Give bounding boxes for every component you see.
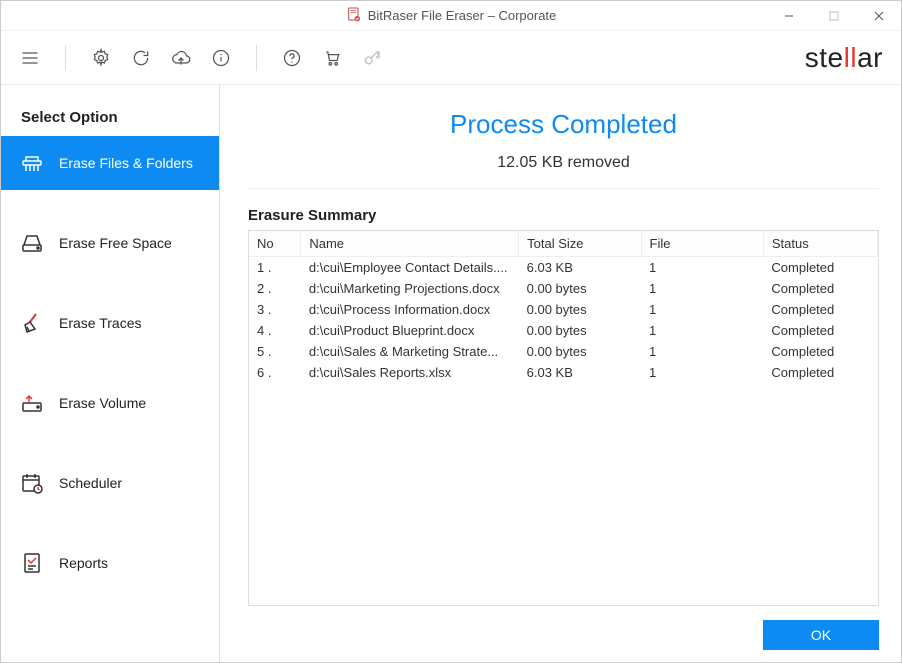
- cart-icon[interactable]: [321, 47, 343, 69]
- brand-logo: stellar: [805, 42, 883, 74]
- cell-no: 6 .: [249, 362, 301, 383]
- cell-file: 1: [641, 278, 763, 299]
- sidebar-item-label: Reports: [59, 555, 108, 571]
- sidebar-item-reports[interactable]: Reports: [1, 536, 219, 590]
- window-titlebar: BitRaser File Eraser – Corporate: [1, 1, 901, 31]
- sidebar-item-label: Erase Volume: [59, 395, 146, 411]
- cell-size: 0.00 bytes: [519, 320, 641, 341]
- cell-name: d:\cui\Product Blueprint.docx: [301, 320, 519, 341]
- drive-erase-icon: [19, 390, 45, 416]
- calendar-clock-icon: [19, 470, 45, 496]
- col-size[interactable]: Total Size: [519, 231, 641, 257]
- sidebar-item-erase-volume[interactable]: Erase Volume: [1, 376, 219, 430]
- cell-size: 0.00 bytes: [519, 299, 641, 320]
- cell-status: Completed: [763, 257, 877, 279]
- cell-file: 1: [641, 362, 763, 383]
- sidebar-item-erase-free-space[interactable]: Erase Free Space: [1, 216, 219, 270]
- cell-size: 6.03 KB: [519, 257, 641, 279]
- sidebar-item-scheduler[interactable]: Scheduler: [1, 456, 219, 510]
- cell-file: 1: [641, 257, 763, 279]
- sidebar-item-erase-traces[interactable]: Erase Traces: [1, 296, 219, 350]
- cell-name: d:\cui\Sales Reports.xlsx: [301, 362, 519, 383]
- cell-status: Completed: [763, 299, 877, 320]
- toolbar: stellar: [1, 31, 901, 85]
- cell-status: Completed: [763, 278, 877, 299]
- toolbar-divider: [256, 45, 257, 71]
- cloud-upload-icon[interactable]: [170, 47, 192, 69]
- refresh-icon[interactable]: [130, 47, 152, 69]
- gear-icon[interactable]: [90, 47, 112, 69]
- sidebar-item-label: Scheduler: [59, 475, 122, 491]
- cell-file: 1: [641, 299, 763, 320]
- cell-name: d:\cui\Process Information.docx: [301, 299, 519, 320]
- hamburger-menu-icon[interactable]: [19, 47, 41, 69]
- window-close[interactable]: [856, 1, 901, 31]
- sidebar-heading: Select Option: [1, 95, 219, 136]
- sidebar-item-label: Erase Free Space: [59, 235, 172, 251]
- cell-no: 2 .: [249, 278, 301, 299]
- cell-status: Completed: [763, 341, 877, 362]
- window-minimize[interactable]: [766, 1, 811, 31]
- col-file[interactable]: File: [641, 231, 763, 257]
- ok-button[interactable]: OK: [763, 620, 879, 650]
- summary-title: Erasure Summary: [248, 207, 879, 224]
- main-panel: Process Completed 12.05 KB removed Erasu…: [220, 85, 901, 662]
- sidebar-item-label: Erase Traces: [59, 315, 141, 331]
- broom-icon: [19, 310, 45, 336]
- cell-size: 6.03 KB: [519, 362, 641, 383]
- toolbar-divider: [65, 45, 66, 71]
- sidebar-item-erase-files-folders[interactable]: Erase Files & Folders: [1, 136, 219, 190]
- cell-name: d:\cui\Sales & Marketing Strate...: [301, 341, 519, 362]
- cell-name: d:\cui\Marketing Projections.docx: [301, 278, 519, 299]
- cell-file: 1: [641, 320, 763, 341]
- cell-file: 1: [641, 341, 763, 362]
- process-headline: Process Completed: [248, 109, 879, 140]
- cell-no: 4 .: [249, 320, 301, 341]
- window-title: BitRaser File Eraser – Corporate: [368, 8, 557, 23]
- table-row[interactable]: 6 .d:\cui\Sales Reports.xlsx6.03 KB1Comp…: [249, 362, 878, 383]
- window-maximize[interactable]: [811, 1, 856, 31]
- table-row[interactable]: 3 .d:\cui\Process Information.docx0.00 b…: [249, 299, 878, 320]
- cell-no: 5 .: [249, 341, 301, 362]
- key-icon[interactable]: [361, 47, 383, 69]
- cell-size: 0.00 bytes: [519, 341, 641, 362]
- col-name[interactable]: Name: [301, 231, 519, 257]
- app-icon: [346, 6, 362, 25]
- cell-no: 3 .: [249, 299, 301, 320]
- table-row[interactable]: 4 .d:\cui\Product Blueprint.docx0.00 byt…: [249, 320, 878, 341]
- table-row[interactable]: 1 .d:\cui\Employee Contact Details....6.…: [249, 257, 878, 279]
- title-center: BitRaser File Eraser – Corporate: [136, 6, 766, 25]
- cell-name: d:\cui\Employee Contact Details....: [301, 257, 519, 279]
- sidebar-item-label: Erase Files & Folders: [59, 155, 193, 171]
- cell-status: Completed: [763, 362, 877, 383]
- table-row[interactable]: 5 .d:\cui\Sales & Marketing Strate...0.0…: [249, 341, 878, 362]
- sidebar: Select Option Erase Files & Folders Eras…: [1, 85, 220, 662]
- cell-status: Completed: [763, 320, 877, 341]
- shredder-icon: [19, 150, 45, 176]
- help-icon[interactable]: [281, 47, 303, 69]
- cell-no: 1 .: [249, 257, 301, 279]
- col-no[interactable]: No: [249, 231, 301, 257]
- cell-size: 0.00 bytes: [519, 278, 641, 299]
- drive-icon: [19, 230, 45, 256]
- summary-table: No Name Total Size File Status 1 .d:\cui…: [248, 230, 879, 606]
- table-row[interactable]: 2 .d:\cui\Marketing Projections.docx0.00…: [249, 278, 878, 299]
- separator: [248, 188, 879, 189]
- col-status[interactable]: Status: [763, 231, 877, 257]
- report-icon: [19, 550, 45, 576]
- info-icon[interactable]: [210, 47, 232, 69]
- process-subhead: 12.05 KB removed: [248, 154, 879, 172]
